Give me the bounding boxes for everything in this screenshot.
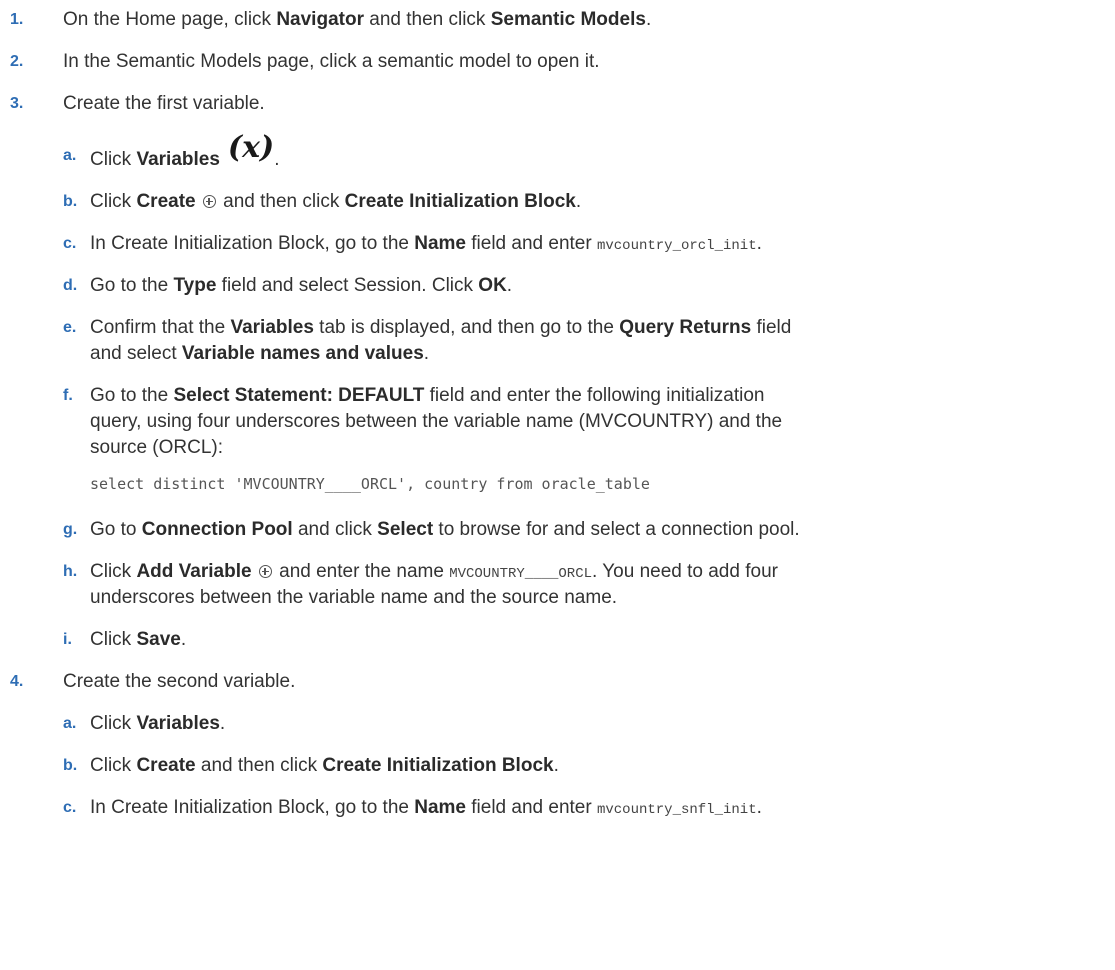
step-number: 3.	[10, 95, 24, 112]
substep-letter: b.	[63, 757, 78, 774]
code-block: select distinct 'MVCOUNTRY____ORCL', cou…	[90, 475, 650, 493]
substep-letter: c.	[63, 235, 77, 252]
step-number: 1.	[10, 11, 24, 28]
substep-letter: c.	[63, 799, 77, 816]
substep-text: Click Create and then click Create Initi…	[90, 755, 559, 776]
substep-text: Click Variables.	[90, 713, 226, 734]
substep-text: underscores between the variable name an…	[90, 587, 618, 608]
step-text: In the Semantic Models page, click a sem…	[63, 51, 600, 72]
step-text: On the Home page, click Navigator and th…	[63, 9, 652, 30]
code-snippet: mvcountry_orcl_init	[596, 238, 757, 254]
add-variable-plus-icon	[258, 565, 272, 578]
step-number: 2.	[10, 53, 24, 70]
document-page: 1. On the Home page, click Navigator and…	[0, 0, 1115, 970]
variables-icon: (x)	[227, 130, 275, 165]
substep-text: Click Add Variable and enter the name MV…	[90, 561, 778, 582]
code-snippet: mvcountry_snfl_init	[596, 802, 757, 818]
substep-text: and select Variable names and values.	[90, 343, 430, 364]
substep-letter: e.	[63, 319, 77, 336]
substep-text: query, using four underscores between th…	[90, 411, 783, 432]
substep-letter: a.	[63, 147, 77, 164]
substep-text: In Create Initialization Block, go to th…	[90, 233, 762, 254]
step-number: 4.	[10, 673, 24, 690]
substep-text: Click Create and then click Create Initi…	[90, 191, 582, 212]
code-snippet: MVCOUNTRY____ORCL	[449, 566, 593, 582]
substep-letter: g.	[63, 521, 78, 538]
substep-text: Go to the Select Statement: DEFAULT fiel…	[90, 385, 765, 406]
substep-text: Go to the Type field and select Session.…	[90, 275, 513, 296]
substep-letter: i.	[63, 631, 72, 648]
substep-text: Go to Connection Pool and click Select t…	[90, 519, 800, 540]
substep-text: Click Save.	[90, 629, 187, 650]
substep-letter: b.	[63, 193, 78, 210]
substep-text: source (ORCL):	[90, 437, 224, 458]
substep-text: Confirm that the Variables tab is displa…	[90, 317, 792, 338]
substep-text: In Create Initialization Block, go to th…	[90, 797, 762, 818]
step-text: Create the second variable.	[63, 671, 296, 692]
substep-letter: d.	[63, 277, 78, 294]
substep-text: Click Variables (x).	[90, 130, 280, 171]
substep-letter: a.	[63, 715, 77, 732]
create-plus-icon	[202, 195, 216, 208]
step-text: Create the first variable.	[63, 93, 265, 114]
substep-letter: f.	[63, 387, 73, 404]
substep-letter: h.	[63, 563, 78, 580]
